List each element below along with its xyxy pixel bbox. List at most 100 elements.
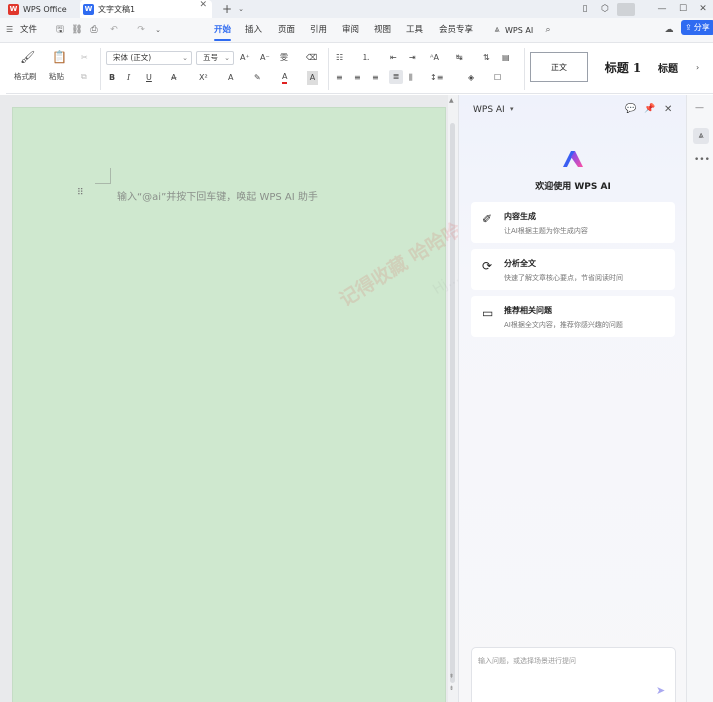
shading-icon[interactable]: ◈ xyxy=(468,71,474,85)
justify-icon[interactable]: ≣ xyxy=(389,70,403,84)
numbered-list-icon[interactable]: ⒈ xyxy=(362,51,370,65)
link-icon[interactable]: ⛓ xyxy=(70,23,84,37)
maximize-icon[interactable]: ☐ xyxy=(676,2,690,16)
phonetic-guide-icon[interactable]: 雯 xyxy=(280,51,288,65)
close-window-icon[interactable]: ✕ xyxy=(696,2,710,16)
avatar[interactable] xyxy=(617,3,635,16)
styles-more-chevron-icon[interactable]: › xyxy=(696,61,699,75)
next-page-icon[interactable]: ⇟ xyxy=(449,685,454,692)
more-icon[interactable]: ••• xyxy=(694,155,710,165)
wps-ai-icon[interactable]: ⩓ xyxy=(490,23,504,37)
sort-icon[interactable]: ⇅ xyxy=(483,51,490,65)
shield-icon[interactable]: ⬡ xyxy=(598,2,612,16)
search-icon[interactable]: ⌕ xyxy=(541,23,555,37)
format-painter-label[interactable]: 格式刷 xyxy=(14,70,37,84)
vertical-scrollbar[interactable]: ▲ ⇞ ⇟ xyxy=(448,95,458,702)
menu-wps-ai[interactable]: WPS AI xyxy=(505,18,533,43)
text-effect-icon[interactable]: A xyxy=(228,71,233,85)
share-button[interactable]: ⇪ 分享 xyxy=(681,20,713,35)
paste-label[interactable]: 粘贴 xyxy=(49,70,64,84)
increase-indent-icon[interactable]: ⇥ xyxy=(409,51,416,65)
chat-history-icon[interactable]: 💬 xyxy=(625,104,636,114)
reading-mode-icon[interactable]: ▯ xyxy=(578,2,592,16)
copy-icon[interactable]: ⧉ xyxy=(81,70,87,84)
format-painter-icon[interactable]: 🖌 xyxy=(20,50,35,64)
decrease-indent-icon[interactable]: ⇤ xyxy=(390,51,397,65)
line-spacing-icon[interactable]: ↕≡ xyxy=(430,71,443,85)
ai-panel-title[interactable]: WPS AI xyxy=(473,105,505,115)
clear-format-icon[interactable]: ⌫ xyxy=(306,51,317,65)
ai-card-generate[interactable]: ✐ 内容生成 让AI根据主题为你生成内容 xyxy=(471,202,675,243)
print-preview-icon[interactable]: ⎙ xyxy=(87,23,101,37)
align-left-icon[interactable]: ≡ xyxy=(336,71,343,85)
wps-ai-rail-icon[interactable]: ⩓ xyxy=(693,128,709,144)
bullet-list-icon[interactable]: ☷ xyxy=(336,51,343,65)
share-icon: ⇪ xyxy=(685,23,692,32)
chevron-down-icon[interactable]: ▾ xyxy=(510,105,514,113)
ai-card-recommend[interactable]: ▭ 推荐相关问题 AI根据全文内容，推荐你感兴趣的问题 xyxy=(471,296,675,337)
menu-review[interactable]: 审阅 xyxy=(342,18,359,43)
style-heading-1[interactable]: 标题 1 xyxy=(592,52,654,82)
ai-question-input[interactable]: 输入问题，或选择场景进行提问 ➤ xyxy=(471,647,676,702)
undo-icon[interactable]: ↶ xyxy=(107,23,121,37)
menu-references[interactable]: 引用 xyxy=(310,18,327,43)
bold-icon[interactable]: B xyxy=(109,71,115,85)
shrink-font-icon[interactable]: A⁻ xyxy=(260,51,270,65)
scroll-up-icon[interactable]: ▲ xyxy=(449,97,454,104)
superscript-icon[interactable]: X² xyxy=(199,71,208,85)
close-tab-icon[interactable]: ✕ xyxy=(199,0,207,10)
font-name-value: 宋体 (正文) xyxy=(113,53,152,62)
strikethrough-icon[interactable]: A̶ xyxy=(171,71,176,85)
menu-file[interactable]: 文件 xyxy=(20,18,37,43)
menu-home[interactable]: 开始 xyxy=(214,18,232,43)
collapse-rail-icon[interactable]: — xyxy=(695,103,704,113)
menu-insert[interactable]: 插入 xyxy=(245,18,262,43)
close-panel-icon[interactable]: ✕ xyxy=(664,104,672,115)
cloud-icon[interactable]: ☁ xyxy=(662,23,676,37)
send-icon[interactable]: ➤ xyxy=(656,684,665,697)
font-size-select[interactable]: 五号 ⌄ xyxy=(196,51,234,65)
menu-page[interactable]: 页面 xyxy=(278,18,295,43)
align-right-icon[interactable]: ≡ xyxy=(372,71,379,85)
char-shading-icon[interactable]: A xyxy=(307,71,318,85)
align-center-icon[interactable]: ≡ xyxy=(354,71,361,85)
document-page[interactable]: ⠿ 输入“@ai”并按下回车键，唤起 WPS AI 助手 xyxy=(12,107,446,702)
wps-logo-icon: W xyxy=(8,3,19,15)
borders-icon[interactable]: ☐ xyxy=(494,71,501,85)
prev-page-icon[interactable]: ⇞ xyxy=(449,673,454,680)
menu-tools[interactable]: 工具 xyxy=(406,18,423,43)
font-color-icon[interactable]: A xyxy=(282,71,288,84)
tab-wps-home[interactable]: W WPS Office xyxy=(8,0,67,18)
wps-ai-logo-icon xyxy=(563,151,583,167)
cut-icon[interactable]: ✂ xyxy=(81,51,88,65)
ai-card-analyze[interactable]: ⟳ 分析全文 快速了解文章核心要点，节省阅读时间 xyxy=(471,249,675,290)
right-side-rail: — ⩓ ••• xyxy=(686,95,713,702)
paste-icon[interactable]: 📋 xyxy=(52,50,67,64)
redo-icon[interactable]: ↷ xyxy=(134,23,148,37)
font-name-select[interactable]: 宋体 (正文) ⌄ xyxy=(106,51,192,65)
distributed-icon[interactable]: ⫼ xyxy=(409,71,413,85)
quick-access-chevron-icon[interactable]: ⌄ xyxy=(151,23,165,37)
table-borders-icon[interactable]: ▤ xyxy=(502,51,510,65)
menu-view[interactable]: 视图 xyxy=(374,18,391,43)
line-break-icon[interactable]: ↹ xyxy=(456,51,463,65)
drag-handle-icon[interactable]: ⠿ xyxy=(77,188,84,198)
style-heading[interactable]: 标题 xyxy=(658,52,696,82)
tab-document-label: 文字文稿1 xyxy=(98,4,136,14)
minimize-icon[interactable]: — xyxy=(655,2,669,16)
new-tab-button[interactable]: + xyxy=(220,2,234,16)
hamburger-icon[interactable]: ☰ xyxy=(6,23,13,37)
grow-font-icon[interactable]: A⁺ xyxy=(240,51,250,65)
style-normal[interactable]: 正文 xyxy=(530,52,588,82)
tab-list-chevron-icon[interactable]: ⌄ xyxy=(234,2,248,16)
highlight-icon[interactable]: ✎ xyxy=(254,71,261,85)
change-case-icon[interactable]: ᴬA xyxy=(430,51,439,65)
underline-icon[interactable]: U xyxy=(146,71,152,85)
scrollbar-thumb[interactable] xyxy=(450,123,455,683)
tab-document[interactable]: W 文字文稿1 ✕ xyxy=(80,0,212,18)
italic-icon[interactable]: I xyxy=(127,71,130,85)
menu-member[interactable]: 会员专享 xyxy=(439,18,473,43)
ai-placeholder-text[interactable]: 输入“@ai”并按下回车键，唤起 WPS AI 助手 xyxy=(117,188,318,203)
save-icon[interactable]: 🖫 xyxy=(53,23,67,37)
pin-icon[interactable]: 📌 xyxy=(644,104,655,114)
